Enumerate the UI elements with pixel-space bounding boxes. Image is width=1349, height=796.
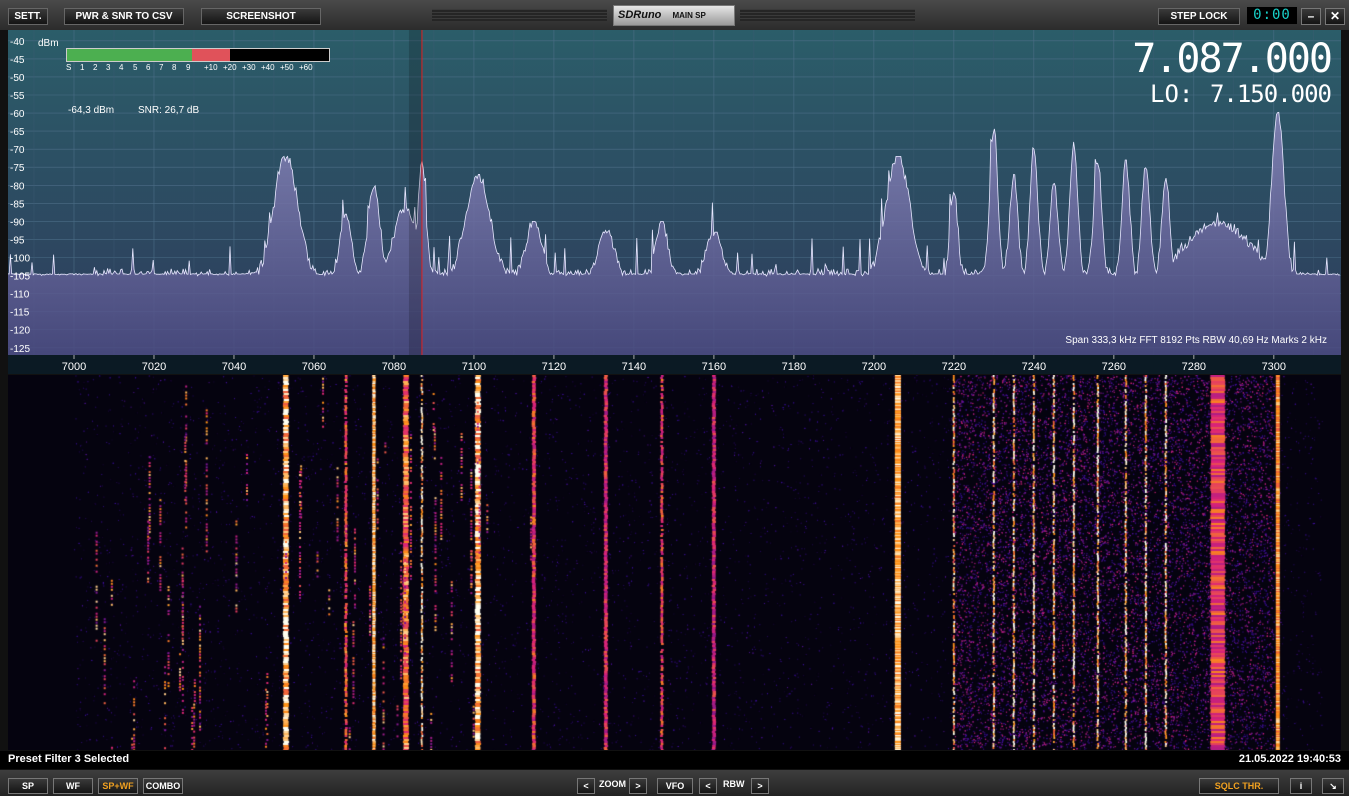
x-tick-label: 7080 xyxy=(382,361,406,373)
s-meter-tick: 7 xyxy=(159,63,164,72)
s-meter-tick: +60 xyxy=(299,63,313,72)
y-tick-label: -120 xyxy=(10,326,30,337)
vfo-frequency[interactable]: 7.087.000 xyxy=(1132,36,1333,82)
zoom-out-button[interactable]: < xyxy=(577,778,595,794)
rbw-label: RBW xyxy=(723,779,745,789)
zoom-in-button[interactable]: > xyxy=(629,778,647,794)
x-tick-label: 7160 xyxy=(702,361,726,373)
top-toolbar: SETT. PWR & SNR TO CSV SCREENSHOT SDRuno… xyxy=(0,0,1349,31)
y-tick-label: -110 xyxy=(10,290,30,301)
sdruno-logo: SDRuno MAIN SP xyxy=(613,5,735,26)
s-meter-tick: 6 xyxy=(146,63,151,72)
s-meter-tick: 1 xyxy=(80,63,85,72)
s-meter-scale: S 1 2 3 4 5 6 7 8 9 +10 +20 +30 +40 +50 +60 xyxy=(66,63,336,73)
snr-readout: SNR: 26,7 dB xyxy=(138,105,200,116)
y-tick-label: -100 xyxy=(10,254,30,265)
x-tick-label: 7260 xyxy=(1102,361,1126,373)
s-meter-tick: +20 xyxy=(223,63,237,72)
s-meter-tick: 3 xyxy=(106,63,111,72)
x-tick-label: 7120 xyxy=(542,361,566,373)
y-tick-label: -95 xyxy=(10,235,25,246)
status-bar: Preset Filter 3 Selected 21.05.2022 19:4… xyxy=(0,751,1349,769)
x-tick-label: 7060 xyxy=(302,361,326,373)
zoom-label: ZOOM xyxy=(599,779,626,789)
y-tick-label: -50 xyxy=(10,73,25,84)
s-meter-tick: +50 xyxy=(280,63,294,72)
rbw-down-button[interactable]: < xyxy=(699,778,717,794)
waterfall-canvas[interactable] xyxy=(8,375,1341,750)
rbw-up-button[interactable]: > xyxy=(751,778,769,794)
x-tick-label: 7140 xyxy=(622,361,646,373)
x-tick-label: 7280 xyxy=(1182,361,1206,373)
y-tick-label: -90 xyxy=(10,217,25,228)
s-meter-tick: 9 xyxy=(186,63,191,72)
screenshot-button[interactable]: SCREENSHOT xyxy=(201,8,321,25)
step-lock-button[interactable]: STEP LOCK xyxy=(1158,8,1240,25)
x-tick-label: 7020 xyxy=(142,361,166,373)
x-tick-label: 7100 xyxy=(462,361,486,373)
bottom-toolbar: SP WF SP+WF COMBO < ZOOM > VFO < RBW > S… xyxy=(0,770,1349,796)
s-meter-green-fill xyxy=(67,49,192,61)
info-icon[interactable]: i xyxy=(1290,778,1312,794)
logo-brand: SDRuno xyxy=(618,9,662,21)
close-icon[interactable]: ✕ xyxy=(1325,8,1345,25)
y-tick-label: -85 xyxy=(10,199,25,210)
vfo-filter-band xyxy=(408,30,422,355)
x-tick-label: 7040 xyxy=(222,361,246,373)
clock-display: 0:00 xyxy=(1247,7,1297,24)
logo-sub: MAIN SP xyxy=(672,11,706,20)
y-tick-label: -115 xyxy=(10,308,30,319)
y-tick-label: -75 xyxy=(10,163,25,174)
power-readout: -64,3 dBm xyxy=(68,105,115,116)
drag-grip-left[interactable] xyxy=(432,9,607,21)
y-tick-label: -45 xyxy=(10,55,25,66)
drag-grip-right[interactable] xyxy=(740,9,915,21)
s-meter-tick: +40 xyxy=(261,63,275,72)
s-meter-tick: S xyxy=(66,63,72,72)
s-meter-tick: 8 xyxy=(172,63,177,72)
spectrum-info: Span 333,3 kHz FFT 8192 Pts RBW 40,69 Hz… xyxy=(1065,335,1327,346)
x-tick-label: 7300 xyxy=(1262,361,1286,373)
y-tick-label: -55 xyxy=(10,91,25,102)
s-meter-tick: +10 xyxy=(204,63,218,72)
sqlc-threshold-button[interactable]: SQLC THR. xyxy=(1199,778,1279,794)
s-meter-tick: 5 xyxy=(133,63,138,72)
minimize-icon[interactable]: – xyxy=(1301,8,1321,25)
sp-button[interactable]: SP xyxy=(8,778,48,794)
pwr-snr-csv-button[interactable]: PWR & SNR TO CSV xyxy=(64,8,184,25)
resize-icon[interactable]: ↘ xyxy=(1322,778,1344,794)
y-tick-label: -80 xyxy=(10,181,25,192)
spectrum-panel[interactable]: -40 -45 -50 -55 -60 -65 -70 -75 -80 -85 -90 -95 -100… xyxy=(8,30,1341,374)
combo-button[interactable]: COMBO xyxy=(143,778,183,794)
waterfall-panel[interactable] xyxy=(8,375,1341,750)
x-tick-label: 7220 xyxy=(942,361,966,373)
wf-button[interactable]: WF xyxy=(53,778,93,794)
y-tick-label: -105 xyxy=(10,272,30,283)
y-tick-label: -125 xyxy=(10,344,30,355)
x-tick-label: 7180 xyxy=(782,361,806,373)
s-meter-tick: +30 xyxy=(242,63,256,72)
sp-wf-button[interactable]: SP+WF xyxy=(98,778,138,794)
x-tick-label: 7000 xyxy=(62,361,86,373)
s-meter-tick: 4 xyxy=(119,63,124,72)
dbm-unit-label: dBm xyxy=(38,38,59,49)
s-meter-red-fill xyxy=(192,49,230,61)
x-tick-label: 7240 xyxy=(1022,361,1046,373)
settings-button[interactable]: SETT. xyxy=(8,8,48,25)
lo-frequency[interactable]: 7.150.000 xyxy=(1210,80,1332,108)
s-meter xyxy=(66,48,330,62)
vfo-button[interactable]: VFO xyxy=(657,778,693,794)
lo-label: LO: xyxy=(1150,80,1194,108)
y-tick-label: -60 xyxy=(10,109,25,120)
x-tick-label: 7200 xyxy=(862,361,886,373)
y-tick-label: -65 xyxy=(10,127,25,138)
s-meter-tick: 2 xyxy=(93,63,98,72)
status-message: Preset Filter 3 Selected xyxy=(8,753,130,765)
status-datetime: 21.05.2022 19:40:53 xyxy=(1238,753,1341,765)
x-axis-band xyxy=(8,355,1341,374)
y-tick-label: -40 xyxy=(10,37,25,48)
y-tick-label: -70 xyxy=(10,145,25,156)
